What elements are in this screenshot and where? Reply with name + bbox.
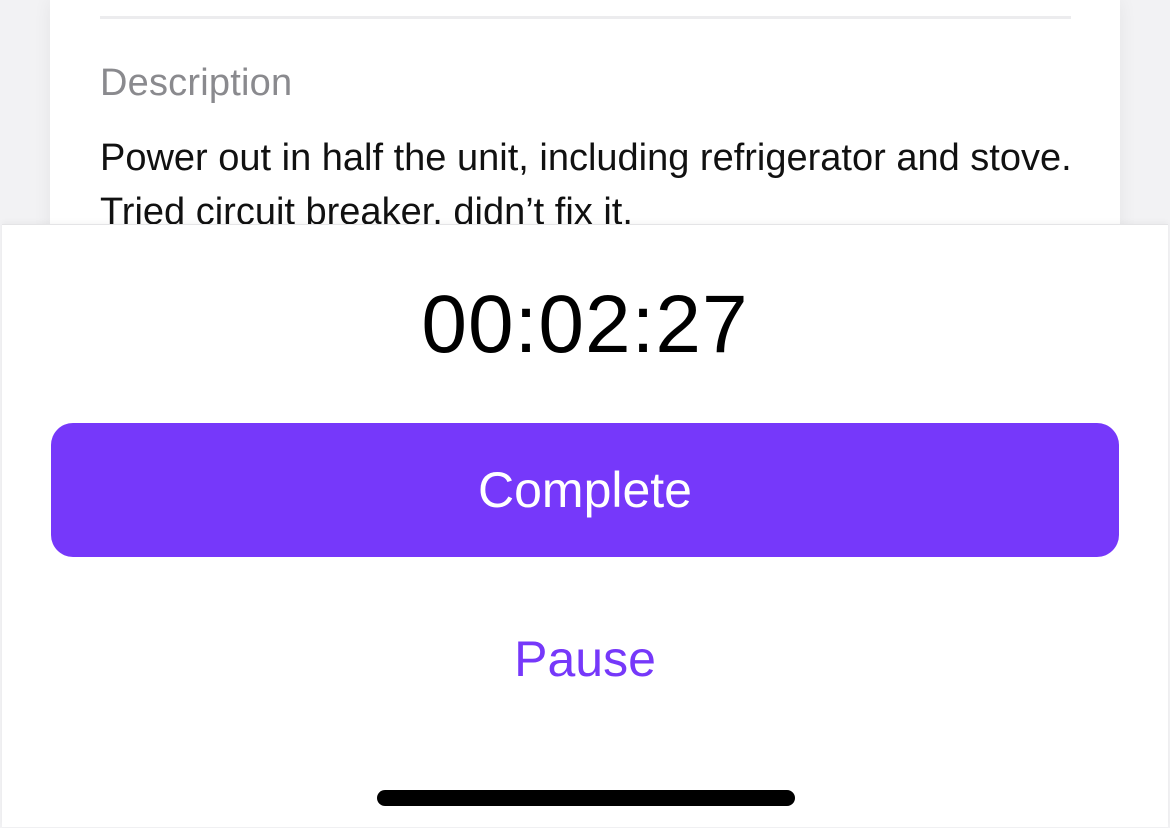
- task-details-card: Description Power out in half the unit, …: [50, 0, 1120, 240]
- home-indicator: [377, 790, 795, 806]
- pause-button[interactable]: Pause: [385, 609, 785, 709]
- timer-bottom-sheet: 00:02:27 Complete Pause: [2, 224, 1168, 827]
- complete-button[interactable]: Complete: [51, 423, 1119, 557]
- elapsed-timer: 00:02:27: [421, 279, 749, 370]
- description-text: Power out in half the unit, including re…: [100, 137, 1072, 233]
- description-label: Description: [100, 62, 293, 104]
- section-divider: [100, 16, 1071, 19]
